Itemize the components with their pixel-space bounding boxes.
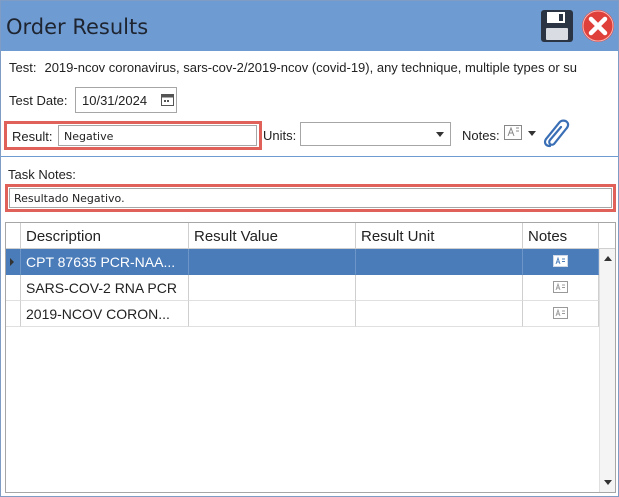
result-highlight: Result: Negative (4, 121, 262, 150)
notes-label: Notes: (462, 128, 500, 143)
close-icon (582, 10, 614, 42)
note-icon[interactable] (553, 281, 568, 293)
test-value: 2019-ncov coronavirus, sars-cov-2/2019-n… (44, 60, 578, 75)
column-header-notes[interactable]: Notes (523, 223, 599, 249)
column-header-result-unit[interactable]: Result Unit (356, 223, 523, 249)
paperclip-icon[interactable] (542, 117, 570, 151)
test-date-label: Test Date: (9, 93, 68, 108)
cell-description[interactable]: CPT 87635 PCR-NAA... (21, 249, 189, 275)
table-row[interactable]: CPT 87635 PCR-NAA... (6, 249, 599, 275)
task-notes-input[interactable]: Resultado Negativo. (9, 188, 612, 208)
cell-description[interactable]: SARS-COV-2 RNA PCR (21, 275, 189, 301)
cell-notes[interactable] (523, 301, 599, 327)
calendar-icon[interactable] (161, 93, 174, 106)
row-header-cell (6, 223, 21, 249)
cell-result-unit[interactable] (356, 249, 523, 275)
cell-result-unit[interactable] (356, 301, 523, 327)
section-divider (1, 156, 618, 157)
cell-result-value[interactable] (189, 249, 356, 275)
save-button[interactable] (540, 9, 574, 43)
notes-picker[interactable] (503, 122, 539, 144)
row-indicator-cell (6, 275, 21, 301)
grid-header: Description Result Value Result Unit Not… (6, 223, 599, 249)
cell-result-value[interactable] (189, 275, 356, 301)
row-indicator-cell (6, 301, 21, 327)
test-label: Test: (9, 60, 37, 75)
chevron-down-icon (436, 132, 444, 137)
vertical-scrollbar[interactable] (599, 249, 615, 492)
result-input[interactable]: Negative (58, 125, 257, 146)
cell-result-unit[interactable] (356, 275, 523, 301)
table-row[interactable]: 2019-NCOV CORON... (6, 301, 599, 327)
window-title: Order Results (6, 15, 149, 39)
note-icon[interactable] (553, 307, 568, 319)
task-notes-highlight: Resultado Negativo. (5, 184, 616, 212)
test-date-field[interactable]: 10/31/2024 (75, 87, 177, 113)
note-icon (504, 125, 522, 140)
result-label: Result: (12, 129, 53, 144)
test-date-value: 10/31/2024 (82, 93, 148, 108)
cell-notes[interactable] (523, 275, 599, 301)
table-row[interactable]: SARS-COV-2 RNA PCR (6, 275, 599, 301)
task-notes-label: Task Notes: (8, 167, 76, 182)
cell-notes[interactable] (523, 249, 599, 275)
cell-description[interactable]: 2019-NCOV CORON... (21, 301, 189, 327)
column-header-description[interactable]: Description (21, 223, 189, 249)
results-grid: Description Result Value Result Unit Not… (5, 222, 616, 493)
order-results-window: Order Results Test: 2019-ncov coronavirus… (0, 0, 619, 497)
cell-result-value[interactable] (189, 301, 356, 327)
scroll-down-icon[interactable] (604, 480, 612, 485)
note-icon[interactable] (553, 255, 568, 267)
close-button[interactable] (581, 9, 615, 43)
row-indicator-cell (6, 249, 21, 275)
units-label: Units: (263, 128, 297, 143)
test-info: Test: 2019-ncov coronavirus, sars-cov-2/2… (9, 60, 615, 75)
save-icon (541, 10, 573, 42)
row-pointer-icon (10, 258, 14, 266)
scroll-up-icon[interactable] (604, 256, 612, 261)
grid-corner (599, 223, 615, 249)
column-header-result-value[interactable]: Result Value (189, 223, 356, 249)
units-dropdown[interactable] (300, 122, 451, 146)
chevron-down-icon (528, 131, 536, 136)
title-bar: Order Results (1, 1, 618, 51)
